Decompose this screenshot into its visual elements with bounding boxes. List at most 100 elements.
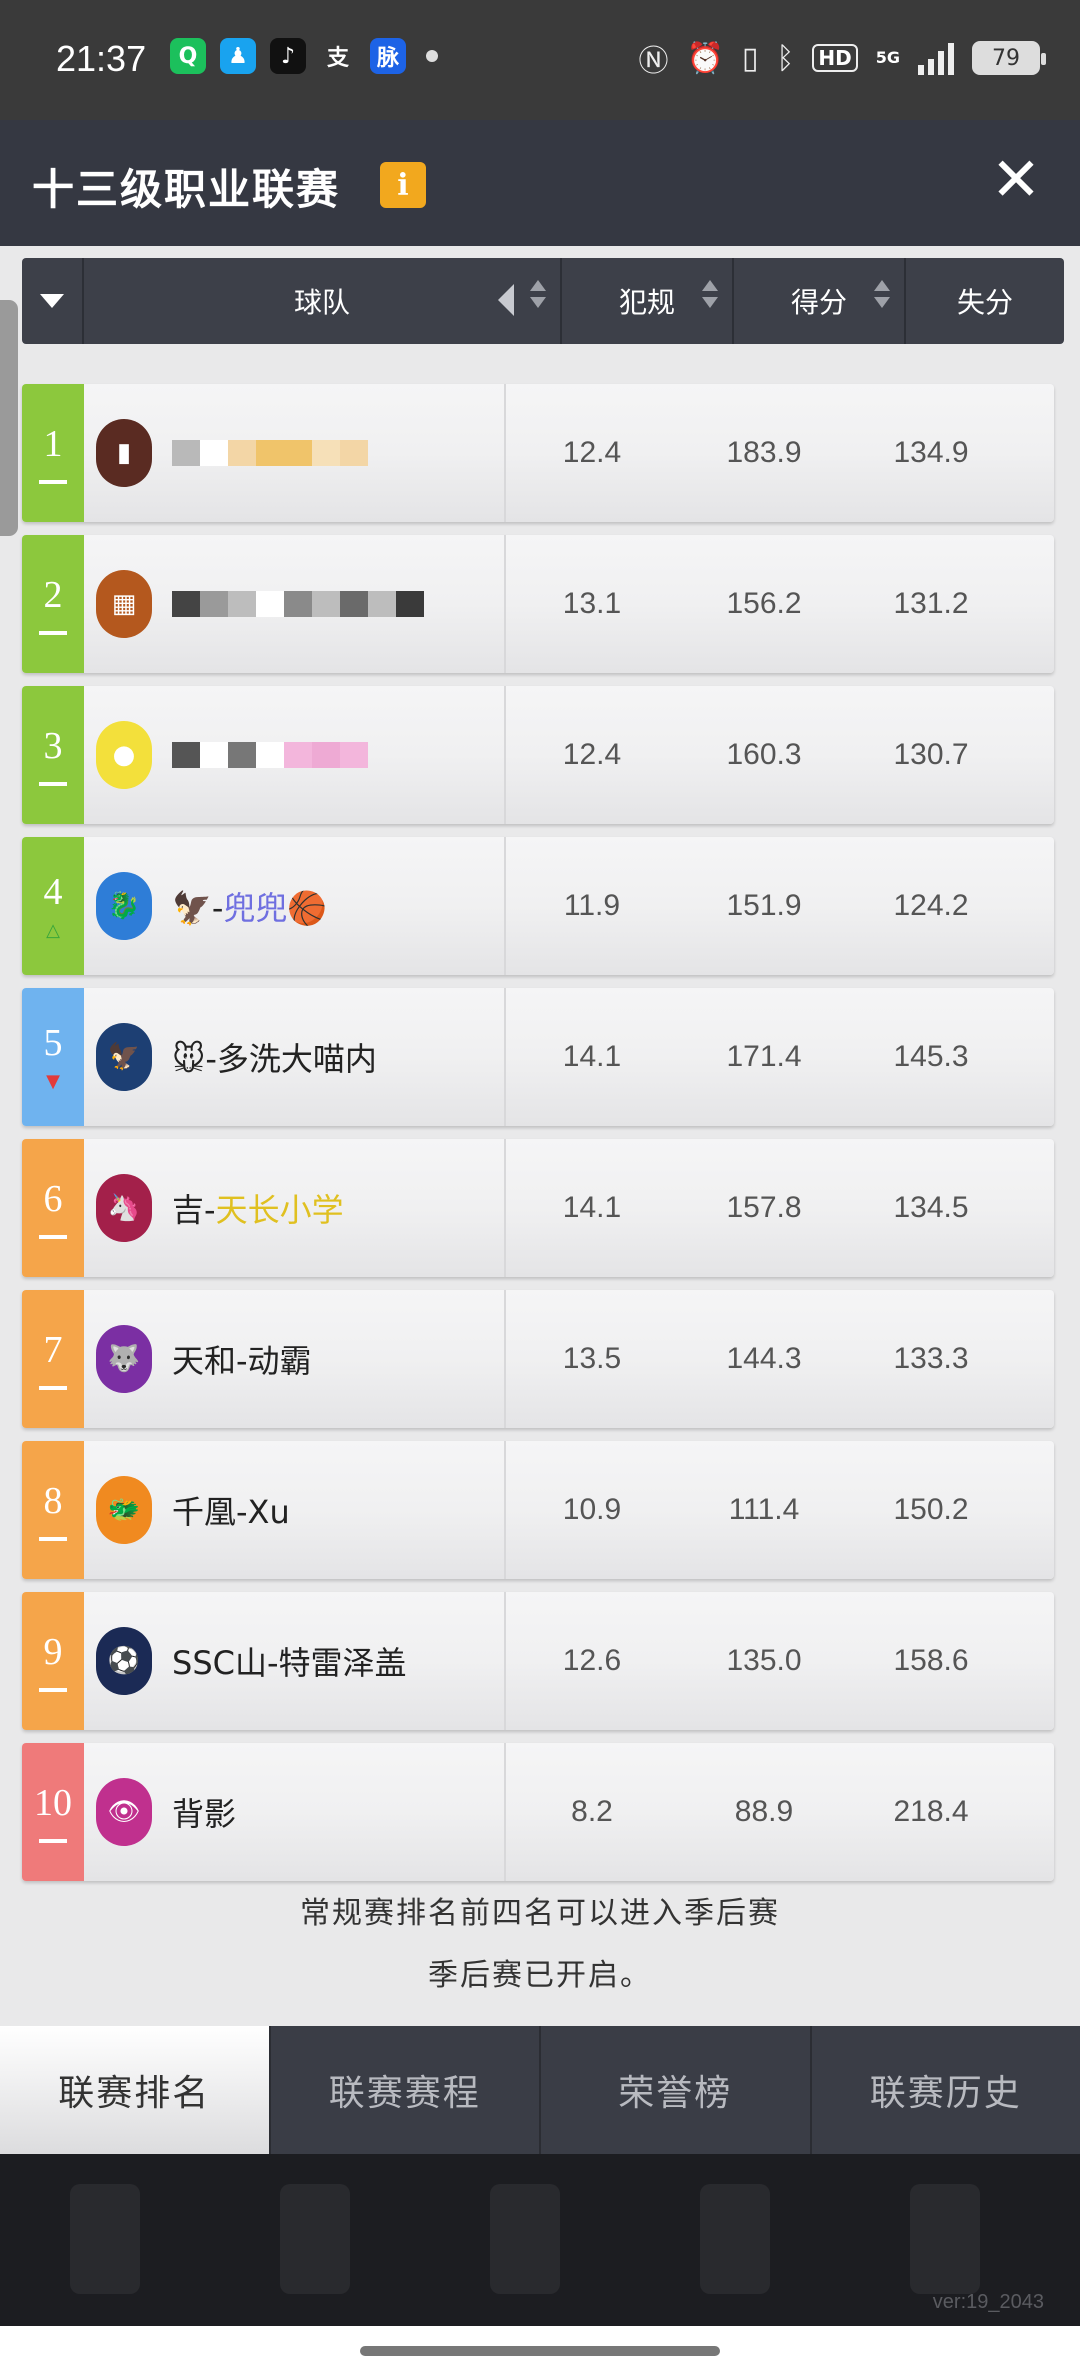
qq-icon: ♟ bbox=[220, 38, 256, 74]
menu-ghost-icon bbox=[490, 2184, 560, 2294]
trend-up-icon: △ bbox=[46, 920, 60, 941]
table-row[interactable]: 10 👁 背影 8.2 88.9 218.4 bbox=[22, 1743, 1054, 1881]
stat-fouls: 13.5 bbox=[562, 1342, 622, 1375]
team-cell[interactable]: ⚽ SSC山-特雷泽盖 bbox=[84, 1592, 506, 1730]
maimai-icon: 脉 bbox=[370, 38, 406, 74]
version-label: ver:19_2043 bbox=[932, 2291, 1044, 2313]
team-cell[interactable]: 🐲 千凰-Xu bbox=[84, 1441, 506, 1579]
rank-number: 7 bbox=[43, 1329, 63, 1371]
team-logo-icon: ⚽ bbox=[96, 1627, 152, 1695]
rank-number: 3 bbox=[43, 725, 63, 767]
trend-unchanged-icon bbox=[39, 1839, 67, 1843]
table-row[interactable]: 6 🦄 吉-天长小学 14.1 157.8 134.5 bbox=[22, 1139, 1054, 1277]
alarm-icon: ⏰ bbox=[686, 40, 724, 76]
trend-unchanged-icon bbox=[39, 782, 67, 786]
team-logo-icon: 🦅 bbox=[96, 1023, 152, 1091]
stat-fouls: 11.9 bbox=[563, 889, 621, 922]
rank-cell: 10 bbox=[22, 1743, 84, 1881]
chat-app-icon: Q bbox=[170, 38, 206, 74]
info-button[interactable]: i bbox=[380, 162, 426, 208]
column-points-for-label: 得分 bbox=[790, 286, 847, 319]
rank-cell: 8 bbox=[22, 1441, 84, 1579]
column-fouls-label: 犯规 bbox=[618, 286, 675, 319]
column-fouls[interactable]: 犯规 bbox=[562, 258, 734, 344]
stat-fouls: 10.9 bbox=[562, 1493, 622, 1526]
table-row[interactable]: 7 🐺 天和-动霸 13.5 144.3 133.3 bbox=[22, 1290, 1054, 1428]
team-cell[interactable]: ▮ bbox=[84, 384, 506, 522]
tab-honors[interactable]: 荣誉榜 bbox=[541, 2026, 812, 2154]
hd-icon: HD bbox=[812, 44, 858, 72]
menu-ghost-icon bbox=[700, 2184, 770, 2294]
column-team[interactable]: 球队 bbox=[84, 258, 562, 344]
team-cell[interactable]: ▦ bbox=[84, 535, 506, 673]
sort-icon bbox=[874, 280, 890, 308]
home-gesture-bar[interactable] bbox=[360, 2346, 720, 2356]
table-row[interactable]: 5 ▼ 🦅 🐭-多洗大喵内 14.1 171.4 145.3 bbox=[22, 988, 1054, 1126]
rank-cell: 6 bbox=[22, 1139, 84, 1277]
team-cell[interactable]: 🐺 天和-动霸 bbox=[84, 1290, 506, 1428]
table-row[interactable]: 3 ● 12.4 160.3 130.7 bbox=[22, 686, 1054, 824]
stat-fouls: 14.1 bbox=[562, 1040, 622, 1073]
stat-points-against: 130.7 bbox=[893, 738, 969, 771]
stat-fouls: 13.1 bbox=[562, 587, 622, 620]
team-name: SSC山-特雷泽盖 bbox=[172, 1644, 407, 1682]
scroll-thumb[interactable] bbox=[0, 300, 18, 536]
team-cell[interactable]: 👁 背影 bbox=[84, 1743, 506, 1881]
stat-points-for: 160.3 bbox=[726, 738, 802, 771]
bottom-menu-area: ver:19_2043 bbox=[0, 2154, 1080, 2326]
stat-points-for: 151.9 bbox=[726, 889, 802, 922]
stat-points-against: 131.2 bbox=[893, 587, 969, 620]
stat-points-for: 171.4 bbox=[726, 1040, 802, 1073]
menu-ghost-icon bbox=[70, 2184, 140, 2294]
tab-history[interactable]: 联赛历史 bbox=[812, 2026, 1080, 2154]
bottom-tabs: 联赛排名 联赛赛程 荣誉榜 联赛历史 bbox=[0, 2026, 1080, 2154]
team-name: 🐭-多洗大喵内 bbox=[172, 1040, 377, 1078]
stat-fouls: 8.2 bbox=[571, 1795, 613, 1828]
table-row[interactable]: 1 ▮ 12.4 183.9 134.9 bbox=[22, 384, 1054, 522]
team-name-redacted bbox=[172, 742, 368, 768]
team-logo-icon: 👁 bbox=[96, 1778, 152, 1846]
stat-points-for: 156.2 bbox=[726, 587, 802, 620]
column-points-against[interactable]: 失分 bbox=[906, 258, 1064, 344]
column-points-for[interactable]: 得分 bbox=[734, 258, 906, 344]
team-cell[interactable]: 🦅 🐭-多洗大喵内 bbox=[84, 988, 506, 1126]
table-row[interactable]: 8 🐲 千凰-Xu 10.9 111.4 150.2 bbox=[22, 1441, 1054, 1579]
team-cell[interactable]: 🐉 🦅-兜兜🏀 bbox=[84, 837, 506, 975]
rank-number: 10 bbox=[34, 1782, 72, 1824]
team-cell[interactable]: ● bbox=[84, 686, 506, 824]
tab-standings[interactable]: 联赛排名 bbox=[0, 2026, 271, 2154]
notification-icons: Q ♟ ♪ 支脉 bbox=[170, 38, 438, 74]
rank-cell: 2 bbox=[22, 535, 84, 673]
trend-down-icon: ▼ bbox=[46, 1071, 60, 1092]
menu-ghost-icon bbox=[280, 2184, 350, 2294]
team-logo-icon: ▮ bbox=[96, 419, 152, 487]
system-icons: Ⓝ ⏰ ▯ ᛒ HD 5G 79 bbox=[639, 36, 1046, 80]
rank-number: 4 bbox=[43, 871, 63, 913]
table-row[interactable]: 2 ▦ 13.1 156.2 131.2 bbox=[22, 535, 1054, 673]
collapse-toggle[interactable] bbox=[22, 258, 84, 344]
alipay-icon: 支 bbox=[320, 38, 356, 74]
trend-unchanged-icon bbox=[39, 480, 67, 484]
rank-cell: 9 bbox=[22, 1592, 84, 1730]
stat-points-for: 183.9 bbox=[726, 436, 802, 469]
rank-number: 9 bbox=[43, 1631, 63, 1673]
rank-cell: 7 bbox=[22, 1290, 84, 1428]
team-logo-icon: ● bbox=[96, 721, 152, 789]
trend-unchanged-icon bbox=[39, 1235, 67, 1239]
trend-unchanged-icon bbox=[39, 1537, 67, 1541]
rank-number: 5 bbox=[43, 1022, 63, 1064]
rank-cell: 5 ▼ bbox=[22, 988, 84, 1126]
rank-cell: 1 bbox=[22, 384, 84, 522]
table-row[interactable]: 9 ⚽ SSC山-特雷泽盖 12.6 135.0 158.6 bbox=[22, 1592, 1054, 1730]
team-cell[interactable]: 🦄 吉-天长小学 bbox=[84, 1139, 506, 1277]
scroll-left-icon[interactable] bbox=[498, 284, 514, 316]
table-row[interactable]: 4 △ 🐉 🦅-兜兜🏀 11.9 151.9 124.2 bbox=[22, 837, 1054, 975]
tab-schedule[interactable]: 联赛赛程 bbox=[271, 2026, 541, 2154]
stat-fouls: 14.1 bbox=[562, 1191, 622, 1224]
trend-unchanged-icon bbox=[39, 1688, 67, 1692]
standings-list: 1 ▮ 12.4 183.9 134.9 2 ▦ 13.1 156.2 131.2 3 ● 12.4 16… bbox=[22, 384, 1054, 1894]
team-logo-icon: 🐲 bbox=[96, 1476, 152, 1544]
close-button[interactable]: ✕ bbox=[986, 150, 1046, 212]
team-name: 🦅-兜兜🏀 bbox=[172, 889, 328, 927]
network-type: 5G bbox=[875, 48, 900, 67]
